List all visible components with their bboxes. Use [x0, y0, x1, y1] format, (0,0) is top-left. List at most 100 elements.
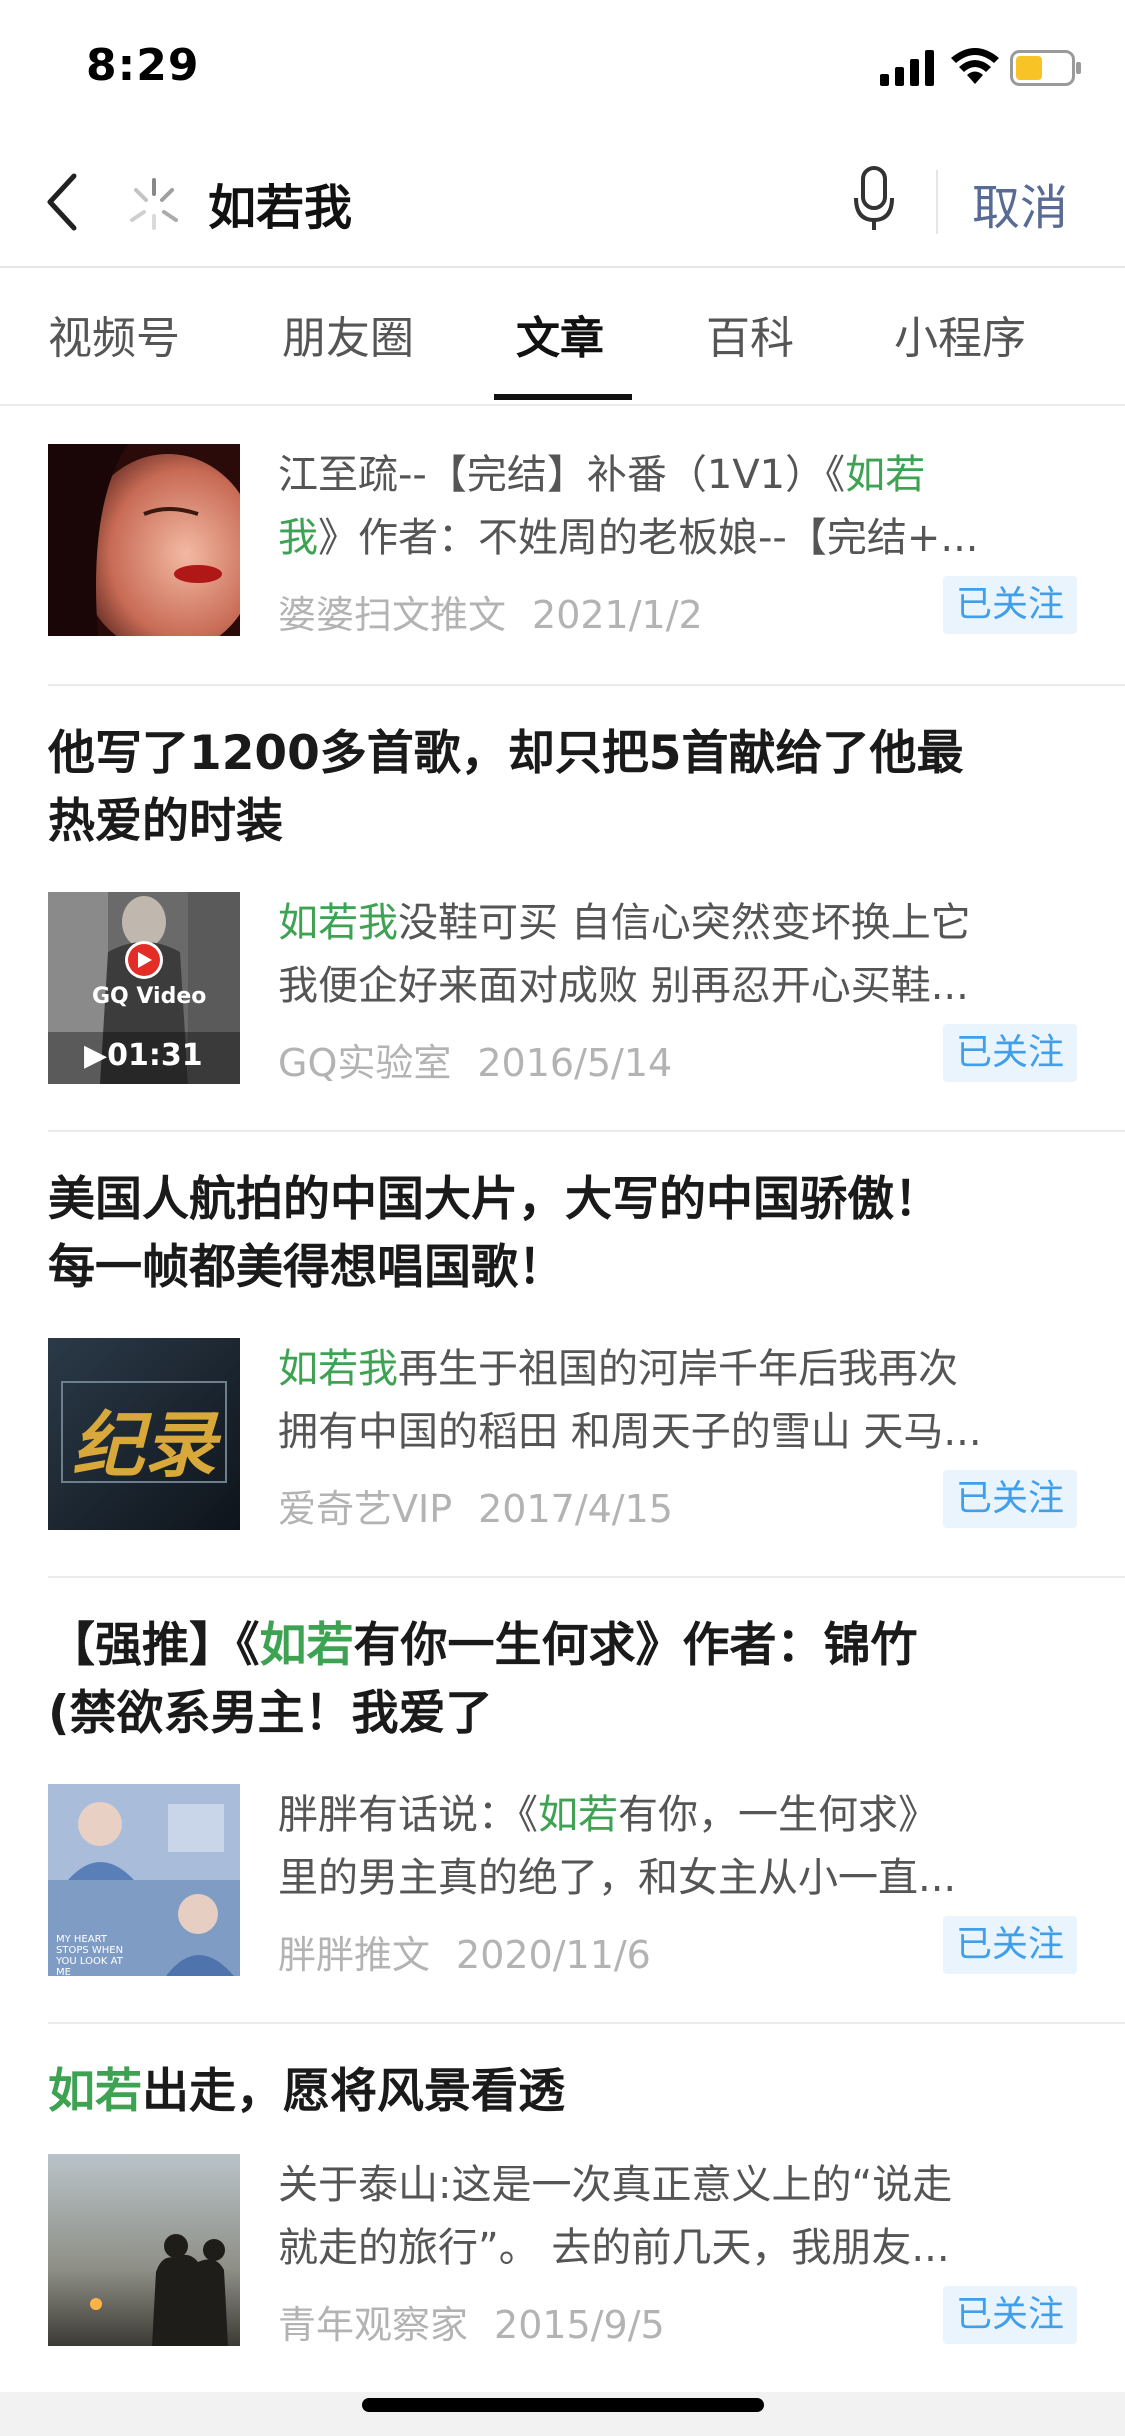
source-account[interactable]: 胖胖推文 [278, 1933, 430, 1977]
home-indicator[interactable] [362, 2398, 764, 2412]
article-title: 如若出走，愿将风景看透 [48, 2058, 1077, 2126]
snippet-text: 我便企好来面对成败 别再忍开心买鞋... [278, 963, 969, 1009]
snippet-text: 关于泰山:这是一次真正意义上的“说走 [278, 2162, 953, 2208]
title-line: (禁欲系男主！我爱了 [48, 1686, 493, 1741]
cellular-signal-icon [880, 50, 934, 86]
article-meta: 胖胖推文 2020/11/6 [278, 1924, 651, 1979]
snippet-highlight: 如若 [845, 452, 926, 498]
followed-badge: 已关注 [943, 1470, 1077, 1528]
status-bar: 8:29 [0, 0, 1125, 140]
result-item[interactable]: 如若出走，愿将风景看透 关于泰山:这是一次真正意义上的“说走 就走的旅行”。 去… [48, 2058, 1077, 2388]
article-thumbnail: MY HEART STOPS WHEN YOU LOOK AT ME [48, 1784, 240, 1976]
video-overlay-label: GQ Video [92, 984, 207, 1009]
snippet-highlight: 如若我 [278, 900, 398, 946]
article-snippet: 关于泰山:这是一次真正意义上的“说走 就走的旅行”。 去的前几天，我朋友... [278, 2154, 1078, 2280]
search-query-text[interactable]: 如若我 [208, 168, 352, 238]
followed-badge: 已关注 [943, 2286, 1077, 2344]
snippet-text: 有你，一生何求》 [618, 1792, 938, 1838]
title-line: 美国人航拍的中国大片，大写的中国骄傲！ [48, 1172, 941, 1227]
sunset-silhouette-image [48, 2154, 240, 2346]
snippet-highlight: 如若 [538, 1792, 618, 1838]
followed-badge: 已关注 [943, 1024, 1077, 1082]
followed-badge: 已关注 [943, 576, 1077, 634]
title-line: 他写了1200多首歌，却只把5首献给了他最 [48, 726, 964, 781]
snippet-highlight: 我 [278, 515, 318, 561]
back-chevron-icon[interactable] [40, 170, 90, 234]
snippet-highlight: 如若我 [278, 1346, 398, 1392]
publish-date: 2017/4/15 [478, 1487, 673, 1531]
article-thumbnail: GQ Video ▶01:31 [48, 892, 240, 1084]
tab-encyclopedia[interactable]: 百科 [706, 302, 794, 366]
publish-date: 2020/11/6 [456, 1933, 651, 1977]
article-thumbnail: 纪录 [48, 1338, 240, 1530]
search-category-tabs: 视频号 朋友圈 文章 百科 小程序 [0, 268, 1125, 406]
publish-date: 2015/9/5 [494, 2303, 665, 2347]
snippet-text: 》作者：不姓周的老板娘--【完结+... [318, 515, 979, 561]
thumbnail-caption: MY HEART STOPS WHEN YOU LOOK AT ME [56, 1934, 124, 1976]
title-text: 【强推】《 [48, 1618, 260, 1673]
portrait-red-lips-image [48, 444, 240, 636]
followed-badge: 已关注 [943, 1916, 1077, 1974]
article-meta: 婆婆扫文推文 2021/1/2 [278, 584, 703, 639]
title-highlight: 如若 [259, 1618, 354, 1673]
battery-icon [1010, 50, 1081, 86]
snippet-text: 胖胖有话说：《 [278, 1792, 538, 1838]
tab-mini-programs[interactable]: 小程序 [894, 302, 1026, 366]
wifi-icon [951, 48, 999, 84]
article-snippet: 如若我没鞋可买 自信心突然变坏换上它 我便企好来面对成败 别再忍开心买鞋... [278, 892, 1078, 1018]
search-bar: 如若我 取消 [0, 140, 1125, 268]
tab-moments[interactable]: 朋友圈 [282, 302, 414, 366]
article-snippet: 胖胖有话说：《如若有你，一生何求》 里的男主真的绝了，和女主从小一直... [278, 1784, 1078, 1910]
status-time: 8:29 [86, 40, 200, 91]
article-title: 【强推】《如若有你一生何求》作者：锦竹 (禁欲系男主！我爱了 [48, 1612, 1077, 1748]
title-line: 每一帧都美得想唱国歌！ [48, 1240, 565, 1295]
title-line: 如若出走，愿将风景看透 [48, 2058, 1077, 2126]
cancel-button[interactable]: 取消 [972, 168, 1068, 238]
publish-date: 2021/1/2 [532, 593, 703, 637]
result-item[interactable]: 【强推】《如若有你一生何求》作者：锦竹 (禁欲系男主！我爱了 MY HEART … [48, 1612, 1077, 2012]
snippet-text: 里的男主真的绝了，和女主从小一直... [278, 1855, 957, 1901]
article-meta: 爱奇艺VIP 2017/4/15 [278, 1478, 673, 1533]
article-snippet: 江至疏--【完结】补番（1V1）《如若 我》作者：不姓周的老板娘--【完结+..… [278, 444, 1078, 570]
article-title: 他写了1200多首歌，却只把5首献给了他最 热爱的时装 [48, 720, 1077, 856]
microphone-icon[interactable] [852, 164, 896, 234]
duration-text: 01:31 [107, 1038, 203, 1073]
divider [48, 1130, 1125, 1132]
loading-spinner-icon [130, 178, 178, 230]
thumbnail-title-text: 纪录 [71, 1403, 216, 1487]
source-account[interactable]: 青年观察家 [278, 2303, 468, 2347]
snippet-text: 再生于祖国的河岸千年后我再次 [398, 1346, 958, 1392]
title-line: 【强推】《如若有你一生何求》作者：锦竹 [48, 1612, 1077, 1680]
divider [48, 2022, 1125, 2024]
publish-date: 2016/5/14 [477, 1041, 673, 1085]
source-account[interactable]: 婆婆扫文推文 [278, 593, 506, 637]
divider [48, 684, 1125, 686]
tab-video-channel[interactable]: 视频号 [48, 302, 180, 366]
search-results-list: 江至疏--【完结】补番（1V1）《如若 我》作者：不姓周的老板娘--【完结+..… [0, 404, 1125, 2390]
title-text: 有你一生何求》作者：锦竹 [353, 1618, 918, 1673]
play-icon: ▶ [84, 1038, 108, 1073]
title-text: 出走，愿将风景看透 [142, 2064, 565, 2119]
snippet-text: 拥有中国的稻田 和周天子的雪山 天马... [278, 1409, 982, 1455]
source-account[interactable]: GQ实验室 [278, 1041, 451, 1085]
snippet-text: 没鞋可买 自信心突然变坏换上它 [398, 900, 971, 946]
result-item[interactable]: 江至疏--【完结】补番（1V1）《如若 我》作者：不姓周的老板娘--【完结+..… [48, 444, 1077, 644]
source-account[interactable]: 爱奇艺VIP [278, 1487, 452, 1531]
article-thumbnail [48, 2154, 240, 2346]
result-item[interactable]: 他写了1200多首歌，却只把5首献给了他最 热爱的时装 GQ Video ▶01… [48, 720, 1077, 1120]
snippet-text: 就走的旅行”。 去的前几天，我朋友... [278, 2225, 950, 2271]
article-title: 美国人航拍的中国大片，大写的中国骄傲！ 每一帧都美得想唱国歌！ [48, 1166, 1077, 1302]
article-snippet: 如若我再生于祖国的河岸千年后我再次 拥有中国的稻田 和周天子的雪山 天马... [278, 1338, 1078, 1464]
article-meta: 青年观察家 2015/9/5 [278, 2294, 665, 2349]
title-line: 热爱的时装 [48, 794, 283, 849]
tab-articles[interactable]: 文章 [516, 302, 604, 366]
search-separator [936, 170, 938, 234]
title-highlight: 如若 [48, 2064, 142, 2119]
video-duration: ▶01:31 [84, 1038, 203, 1073]
article-thumbnail [48, 444, 240, 636]
active-tab-indicator [494, 394, 632, 400]
snippet-text: 江至疏--【完结】补番（1V1）《 [278, 452, 846, 498]
article-meta: GQ实验室 2016/5/14 [278, 1032, 672, 1087]
divider [48, 1576, 1125, 1578]
result-item[interactable]: 美国人航拍的中国大片，大写的中国骄傲！ 每一帧都美得想唱国歌！ 纪录 如若我再生… [48, 1166, 1077, 1566]
